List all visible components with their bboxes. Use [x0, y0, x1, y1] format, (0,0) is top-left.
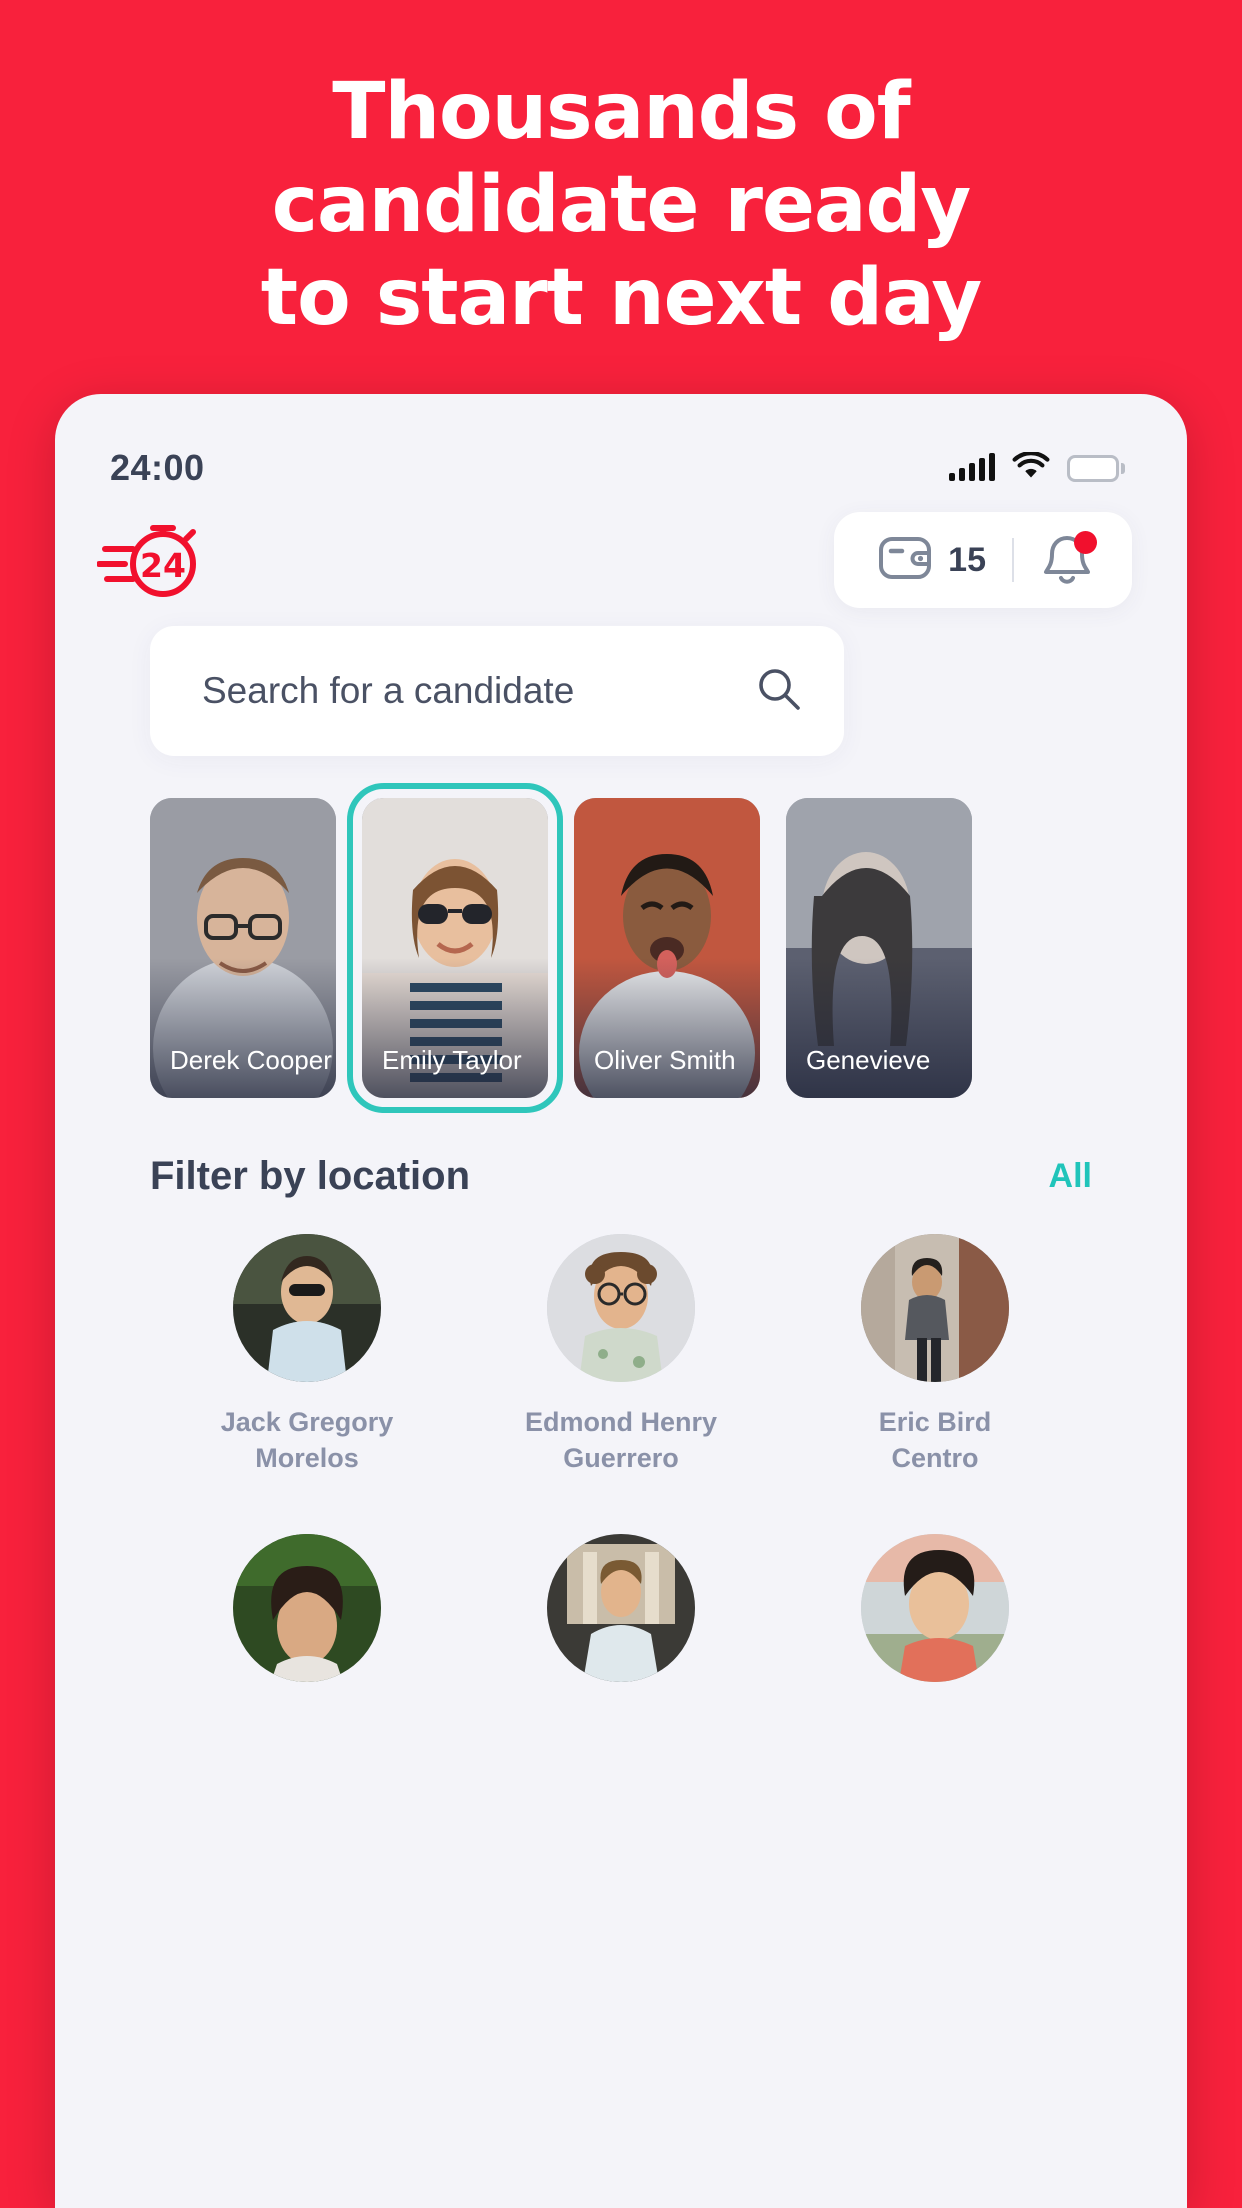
location-person-name: Eric Bird	[878, 1407, 992, 1437]
avatar	[233, 1234, 381, 1382]
filter-header: Filter by location All	[150, 1154, 1092, 1199]
candidate-gradient	[786, 958, 972, 1098]
avatar	[547, 1534, 695, 1682]
location-person-name: Edmond Henry	[524, 1407, 718, 1437]
candidate-name: Genevieve	[806, 1045, 931, 1075]
svg-text:24: 24	[140, 546, 186, 585]
promo-headline: Thousands of candidate ready to start ne…	[0, 66, 1242, 345]
stopwatch-24-logo[interactable]: 24	[96, 515, 209, 606]
candidate-gradient	[574, 958, 760, 1098]
notifications-button[interactable]	[1040, 531, 1097, 588]
location-item[interactable]: Eric Bird Centro	[778, 1234, 1092, 1476]
location-item-label: Eric Bird Centro	[879, 1404, 992, 1476]
location-person-name: Jack Gregory	[220, 1407, 394, 1437]
candidate-card[interactable]: Emily Taylor	[347, 783, 563, 1113]
location-place-name: Morelos	[255, 1443, 359, 1473]
wallet-icon	[878, 535, 932, 586]
location-item[interactable]	[150, 1534, 464, 1704]
location-item[interactable]	[778, 1534, 1092, 1704]
avatar	[233, 1534, 381, 1682]
app-header: 24 15	[55, 494, 1187, 626]
headline-line-3: to start next day	[260, 253, 982, 343]
candidate-name: Emily Taylor	[382, 1045, 522, 1075]
status-icons	[949, 450, 1125, 485]
location-grid: Jack Gregory Morelos Edmond Henry Guerre…	[150, 1234, 1092, 1704]
location-item[interactable]: Edmond Henry Guerrero	[464, 1234, 778, 1476]
location-item[interactable]	[464, 1534, 778, 1704]
wifi-icon	[1012, 450, 1050, 485]
location-item-label: Edmond Henry Guerrero	[525, 1404, 717, 1476]
candidate-gradient	[150, 958, 336, 1098]
location-place-name: Centro	[891, 1443, 979, 1473]
pill-divider	[1012, 538, 1014, 582]
avatar	[861, 1534, 1009, 1682]
candidate-gradient	[362, 958, 548, 1098]
phone-mockup: 24:00 24 15 Search for a candidate Derek…	[55, 394, 1187, 2208]
wallet-count: 15	[948, 540, 986, 579]
search-bar[interactable]	[150, 626, 844, 756]
headline-line-1: Thousands of	[332, 67, 910, 157]
headline-line-2: candidate ready	[271, 160, 971, 250]
candidate-carousel[interactable]: Derek Cooper Emily Taylor Oliver Smith G…	[55, 783, 1187, 1118]
notification-badge-dot	[1074, 531, 1097, 554]
candidate-card[interactable]: Derek Cooper	[150, 798, 336, 1098]
filter-title: Filter by location	[150, 1154, 471, 1198]
wallet-credits[interactable]: 15	[878, 535, 986, 586]
location-place-name: Guerrero	[563, 1443, 679, 1473]
search-icon[interactable]	[756, 666, 802, 717]
location-item-label: Jack Gregory Morelos	[221, 1404, 394, 1476]
filter-all-button[interactable]: All	[1049, 1157, 1092, 1196]
candidate-name: Derek Cooper	[170, 1045, 332, 1075]
avatar	[861, 1234, 1009, 1382]
avatar	[547, 1234, 695, 1382]
header-actions-pill: 15	[834, 512, 1132, 608]
cellular-signal-icon	[949, 453, 995, 481]
candidate-card[interactable]: Oliver Smith	[574, 798, 760, 1098]
battery-full-icon	[1067, 454, 1125, 482]
search-input[interactable]	[202, 670, 756, 712]
candidate-card[interactable]: Genevieve	[786, 798, 972, 1098]
candidate-name: Oliver Smith	[594, 1045, 736, 1075]
location-item[interactable]: Jack Gregory Morelos	[150, 1234, 464, 1476]
status-time: 24:00	[110, 447, 205, 488]
